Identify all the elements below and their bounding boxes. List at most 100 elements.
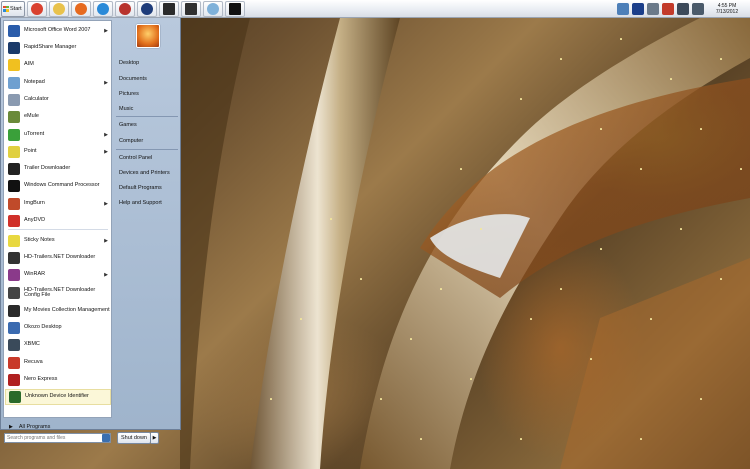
program-item[interactable]: uTorrent ▶ [5,127,111,143]
device-icon[interactable] [647,2,659,15]
utorrent-icon [8,129,20,141]
taskbar-button-firefox[interactable] [71,0,91,17]
network-drive-icon[interactable] [617,2,629,15]
program-label: My Movies Collection Management [24,307,110,314]
search-icon[interactable] [102,434,110,442]
xbmc-icon [8,339,20,351]
nero-icon [8,374,20,386]
okozo-icon [8,322,20,334]
separator [8,229,108,230]
clock[interactable]: 4:55 PM 7/13/2012 [712,3,742,15]
taskbar-button-eye[interactable] [181,0,201,17]
shutdown-button[interactable]: Shut down [117,432,151,444]
wallpaper-dot [470,378,472,380]
program-item[interactable]: ImgBurn ▶ [5,196,111,212]
program-item[interactable]: AIM [5,57,111,73]
program-item[interactable]: AnyDVD [5,213,111,229]
link-default-programs[interactable]: Default Programs [119,185,162,191]
program-item[interactable]: HD-Trailers.NET Downloader [5,250,111,266]
my-movies-icon [8,305,20,317]
link-documents[interactable]: Documents [119,76,147,82]
wallpaper-dot [330,218,332,220]
shutdown-label: Shut down [121,435,147,441]
program-item[interactable]: eMule [5,109,111,125]
aim-icon [8,59,20,71]
display-icon[interactable] [692,2,704,15]
program-item[interactable]: Point ▶ [5,144,111,160]
wallpaper-dot [560,288,562,290]
start-menu: Microsoft Office Word 2007 ▶ RapidShare Ma… [0,18,181,444]
wallpaper-dot [380,398,382,400]
shutdown-options-button[interactable]: ▶ [151,432,159,444]
program-label: HD-Trailers.NET Downloader Config File [24,286,96,298]
imgburn-icon [8,198,20,210]
taskbar-button-command-prompt[interactable] [225,0,245,17]
right-pane: Desktop Documents Pictures Music Games Comput… [114,22,180,422]
program-item[interactable]: WinRAR ▶ [5,267,111,283]
submenu-arrow-icon: ▶ [104,272,108,278]
program-item[interactable]: Trailer Downloader [5,161,111,177]
search-input[interactable] [4,433,111,443]
clock-date: 7/13/2012 [715,8,739,15]
taskbar-button-internet-explorer[interactable] [93,0,113,17]
speaker-icon[interactable] [677,2,689,15]
program-item[interactable]: HD-Trailers.NET Downloader Config File [5,285,111,301]
link-music[interactable]: Music [119,106,133,112]
wallpaper-dot [620,38,622,40]
program-item[interactable]: Notepad ▶ [5,75,111,91]
taskbar-button-paint[interactable] [203,0,223,17]
anydvd-icon [8,215,20,227]
program-item[interactable]: XBMC [5,337,111,353]
wallpaper-dot [720,278,722,280]
program-label: Notepad [24,79,45,86]
program-item[interactable]: Unknown Device Identifier [5,389,111,405]
program-item[interactable]: Microsoft Office Word 2007 ▶ [5,23,111,39]
link-help-and-support[interactable]: Help and Support [119,200,162,206]
link-devices-and-printers[interactable]: Devices and Printers [119,170,170,176]
wallpaper-dot [650,318,652,320]
wallpaper-dot [520,438,522,440]
taskbar-button-media-center[interactable] [159,0,179,17]
wallpaper-dot [460,168,462,170]
taskbar: Start 4:55 PM 7/13/2012 [0,0,750,18]
program-label: Windows Command Processor [24,182,100,189]
winrar-icon [8,269,20,281]
start-button[interactable]: Start [1,0,25,17]
usb-drive-icon [141,2,153,15]
program-item[interactable]: Nero Express [5,372,111,388]
wallpaper-dot [700,398,702,400]
warning-flag-icon[interactable] [662,2,674,15]
user-avatar[interactable] [136,24,160,48]
program-item[interactable]: Sticky Notes ▶ [5,233,111,249]
link-desktop[interactable]: Desktop [119,60,139,66]
taskbar-button-calendar[interactable] [115,0,135,17]
program-label: AnyDVD [24,217,46,224]
link-pictures[interactable]: Pictures [119,91,139,97]
program-item[interactable]: Calculator [5,92,111,108]
program-label: AIM [24,61,34,68]
wallpaper-dot [640,438,642,440]
taskbar-button-explorer-folder[interactable] [49,0,69,17]
link-control-panel[interactable]: Control Panel [119,155,152,161]
link-computer[interactable]: Computer [119,138,143,144]
taskbar-button-chrome[interactable] [27,0,47,17]
emule-icon [8,111,20,123]
windows-logo-icon [3,5,9,12]
program-item[interactable]: My Movies Collection Management [5,303,111,319]
program-label: RapidShare Manager [24,44,77,51]
program-label: XBMC [24,341,40,348]
program-item[interactable]: Windows Command Processor [5,178,111,194]
link-games[interactable]: Games [119,122,137,128]
wallpaper-dot [680,228,682,230]
wallpaper-dot [600,128,602,130]
chevron-right-icon: ▶ [152,435,157,441]
all-programs-button[interactable]: ▶ All Programs [3,421,112,433]
wallpaper-dot [480,228,482,230]
system-tray: 4:55 PM 7/13/2012 [614,0,750,18]
program-item[interactable]: RapidShare Manager [5,40,111,56]
program-item[interactable]: Recuva [5,355,111,371]
all-programs-label: All Programs [18,424,51,430]
program-item[interactable]: Okozo Desktop [5,320,111,336]
taskbar-button-usb-drive[interactable] [137,0,157,17]
bluray-icon[interactable] [632,2,644,15]
